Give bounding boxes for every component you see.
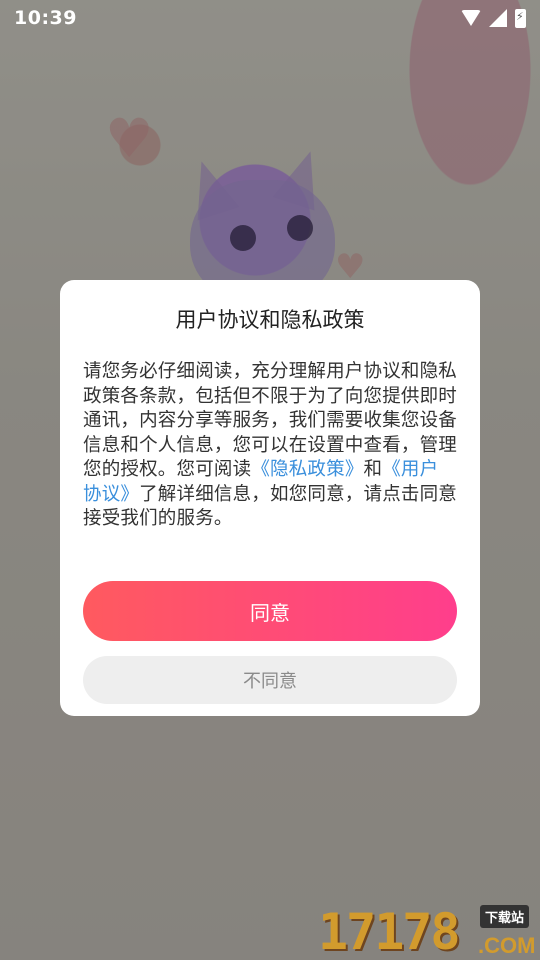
agree-button[interactable]: 同意 [83,581,457,641]
battery-charging-icon [515,8,526,28]
watermark-tag: 下载站 [480,905,530,928]
body-text: 了解详细信息，如您同意，请点击同意接受我们的服务。 [83,483,458,530]
privacy-policy-link[interactable]: 《隐私政策》 [251,459,363,480]
status-time: 10:39 [14,7,77,29]
body-text: 和 [363,459,383,480]
watermark-dotcom: .COM [478,933,536,958]
disagree-button[interactable]: 不同意 [83,656,457,704]
cellular-signal-icon [489,9,507,27]
status-icons [461,8,526,28]
dialog-body: 请您务必仔细阅读，充分理解用户协议和隐私政策各条款，包括但不限于为了向您提供即时… [83,360,457,560]
watermark-digits: 17178 [318,903,461,961]
watermark-logo: 17178 下载站 .COM [318,900,540,960]
agreement-dialog: 用户协议和隐私政策 请您务必仔细阅读，充分理解用户协议和隐私政策各条款，包括但不… [60,280,480,716]
status-bar: 10:39 [0,0,540,36]
wifi-icon [461,10,481,26]
dialog-title: 用户协议和隐私政策 [175,308,365,332]
